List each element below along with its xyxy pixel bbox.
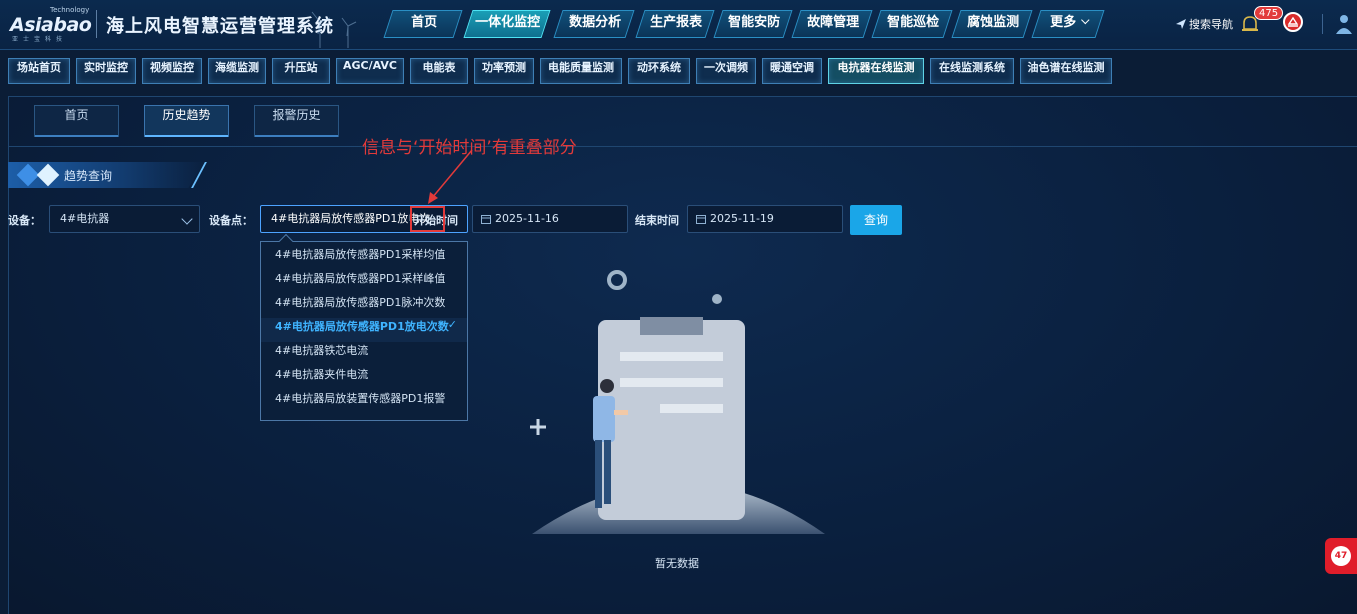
user-icon[interactable]	[1333, 12, 1355, 36]
search-nav-button[interactable]: 搜索导航	[1175, 16, 1233, 32]
empty-state-illustration	[530, 270, 825, 534]
dropdown-option[interactable]: 4#电抗器局放传感器PD1采样峰值	[261, 270, 467, 294]
notification-badge: 475	[1254, 6, 1284, 20]
device-label: 设备：	[8, 214, 41, 227]
wind-turbine-icon	[311, 11, 357, 48]
annotation-highlight-box	[410, 206, 445, 232]
dropdown-option-label: 4#电抗器局放传感器PD1采样峰值	[275, 272, 446, 285]
calendar-icon	[481, 215, 491, 224]
subnav-item-0[interactable]: 场站首页	[8, 58, 70, 84]
dropdown-option-label: 4#电抗器铁芯电流	[275, 344, 369, 357]
tabs-bar: 首页 历史趋势 报警历史	[9, 97, 1357, 147]
dropdown-option-label: 4#电抗器夹件电流	[275, 368, 369, 381]
logo-tech-text: Technology	[50, 6, 90, 14]
dropdown-option[interactable]: 4#电抗器夹件电流	[261, 366, 467, 390]
nav-item-6[interactable]: 智能巡检	[871, 10, 953, 38]
subnav-item-5[interactable]: AGC/AVC	[336, 58, 404, 84]
nav-item-label: 更多	[1050, 15, 1077, 30]
nav-item-2[interactable]: 数据分析	[553, 10, 635, 38]
logo-sub-text: 亚士宝科技	[12, 36, 68, 43]
subnav-item-6[interactable]: 电能表	[410, 58, 468, 84]
start-date-picker[interactable]: 2025-11-16	[472, 205, 628, 233]
subnav-item-8[interactable]: 电能质量监测	[540, 58, 622, 84]
subnav-item-11[interactable]: 暖通空调	[762, 58, 822, 84]
tab-1[interactable]: 历史趋势	[144, 105, 229, 137]
search-nav-label: 搜索导航	[1189, 18, 1233, 31]
nav-item-label: 故障管理	[807, 15, 860, 30]
subnav-item-12[interactable]: 电抗器在线监测	[828, 58, 924, 84]
alarm-icon[interactable]	[1283, 12, 1303, 32]
subnav-item-4[interactable]: 升压站	[272, 58, 330, 84]
nav-item-label: 智能巡检	[887, 15, 940, 30]
subnav-item-9[interactable]: 动环系统	[628, 58, 690, 84]
company-logo: Technology Asiabao 亚士宝科技	[10, 6, 92, 43]
nav-item-label: 首页	[411, 15, 438, 30]
subnav-item-7[interactable]: 功率预测	[474, 58, 534, 84]
annotation-arrow	[428, 149, 473, 204]
nav-item-label: 数据分析	[569, 15, 622, 30]
end-date-picker[interactable]: 2025-11-19	[687, 205, 843, 233]
start-date-value: 2025-11-16	[495, 212, 559, 225]
dropdown-option[interactable]: 4#电抗器铁芯电流	[261, 342, 467, 366]
dropdown-option-label: 4#电抗器局放传感器PD1脉冲次数	[275, 296, 446, 309]
point-select-value: 4#电抗器局放传感器PD1放电次	[271, 212, 431, 225]
nav-item-1[interactable]: 一体化监控	[463, 10, 551, 38]
subnav-item-1[interactable]: 实时监控	[76, 58, 136, 84]
subnav-item-3[interactable]: 海缆监测	[208, 58, 266, 84]
tab-2[interactable]: 报警历史	[254, 105, 339, 137]
subnav-item-2[interactable]: 视频监控	[142, 58, 202, 84]
sub-nav: 场站首页 实时监控 视频监控 海缆监测 升压站 AGC/AVC 电能表 功率预测 电能质量监测动…	[0, 58, 1357, 86]
nav-item-5[interactable]: 故障管理	[791, 10, 873, 38]
end-date-value: 2025-11-19	[710, 212, 774, 225]
logo-divider	[96, 10, 97, 38]
logo-brand-text: Asiabao	[10, 14, 92, 36]
dropdown-option[interactable]: 4#电抗器局放传感器PD1脉冲次数	[261, 294, 467, 318]
section-title: 趋势查询	[64, 169, 113, 183]
send-icon	[1176, 19, 1186, 29]
device-select-value: 4#电抗器	[60, 212, 110, 225]
dropdown-option-label: 4#电抗器局放传感器PD1放电次数	[275, 320, 449, 333]
nav-item-label: 智能安防	[728, 15, 781, 30]
dropdown-option[interactable]: 4#电抗器局放传感器PD1采样均值	[261, 246, 467, 270]
dropdown-option-label: 4#电抗器局放装置传感器PD1报警	[275, 392, 446, 405]
nav-item-label: 一体化监控	[475, 15, 541, 30]
nav-item-3[interactable]: 生产报表	[635, 10, 715, 38]
checkmark-icon: ✓	[447, 318, 457, 331]
chevron-down-icon	[181, 213, 193, 225]
query-button[interactable]: 查询	[850, 205, 902, 235]
alarm-glyph-icon	[1287, 16, 1299, 27]
empty-state-text: 暂无数据	[655, 557, 699, 570]
dropdown-option[interactable]: 4#电抗器局放装置传感器PD1报警	[261, 390, 467, 414]
section-header: 趋势查询	[8, 162, 208, 188]
end-time-label: 结束时间	[635, 214, 679, 227]
subnav-item-13[interactable]: 在线监测系统	[930, 58, 1014, 84]
point-label: 设备点：	[209, 214, 253, 227]
floating-assistant-button[interactable]: 47	[1325, 538, 1357, 574]
dropdown-option[interactable]: 4#电抗器局放传感器PD1放电次数 ✓	[261, 318, 467, 342]
tab-0[interactable]: 首页	[34, 105, 119, 137]
header-divider	[1322, 14, 1323, 34]
point-dropdown: 4#电抗器局放传感器PD1采样均值 4#电抗器局放传感器PD1采样峰值 4#电抗器局…	[260, 233, 468, 421]
floating-badge: 47	[1331, 546, 1351, 566]
device-select[interactable]: 4#电抗器	[49, 205, 200, 233]
chevron-down-icon	[1081, 15, 1090, 25]
calendar-icon	[696, 215, 706, 224]
nav-item-8[interactable]: 更多	[1031, 10, 1105, 38]
nav-item-label: 腐蚀监测	[967, 15, 1020, 30]
subnav-item-14[interactable]: 油色谱在线监测	[1020, 58, 1112, 84]
dropdown-option-label: 4#电抗器局放传感器PD1采样均值	[275, 248, 446, 261]
nav-item-7[interactable]: 腐蚀监测	[951, 10, 1033, 38]
nav-item-0[interactable]: 首页	[383, 10, 463, 38]
subnav-item-10[interactable]: 一次调频	[696, 58, 756, 84]
nav-item-4[interactable]: 智能安防	[713, 10, 793, 38]
nav-item-label: 生产报表	[650, 15, 703, 30]
top-header: Technology Asiabao 亚士宝科技 海上风电智慧运营管理系统 首页…	[0, 0, 1357, 50]
